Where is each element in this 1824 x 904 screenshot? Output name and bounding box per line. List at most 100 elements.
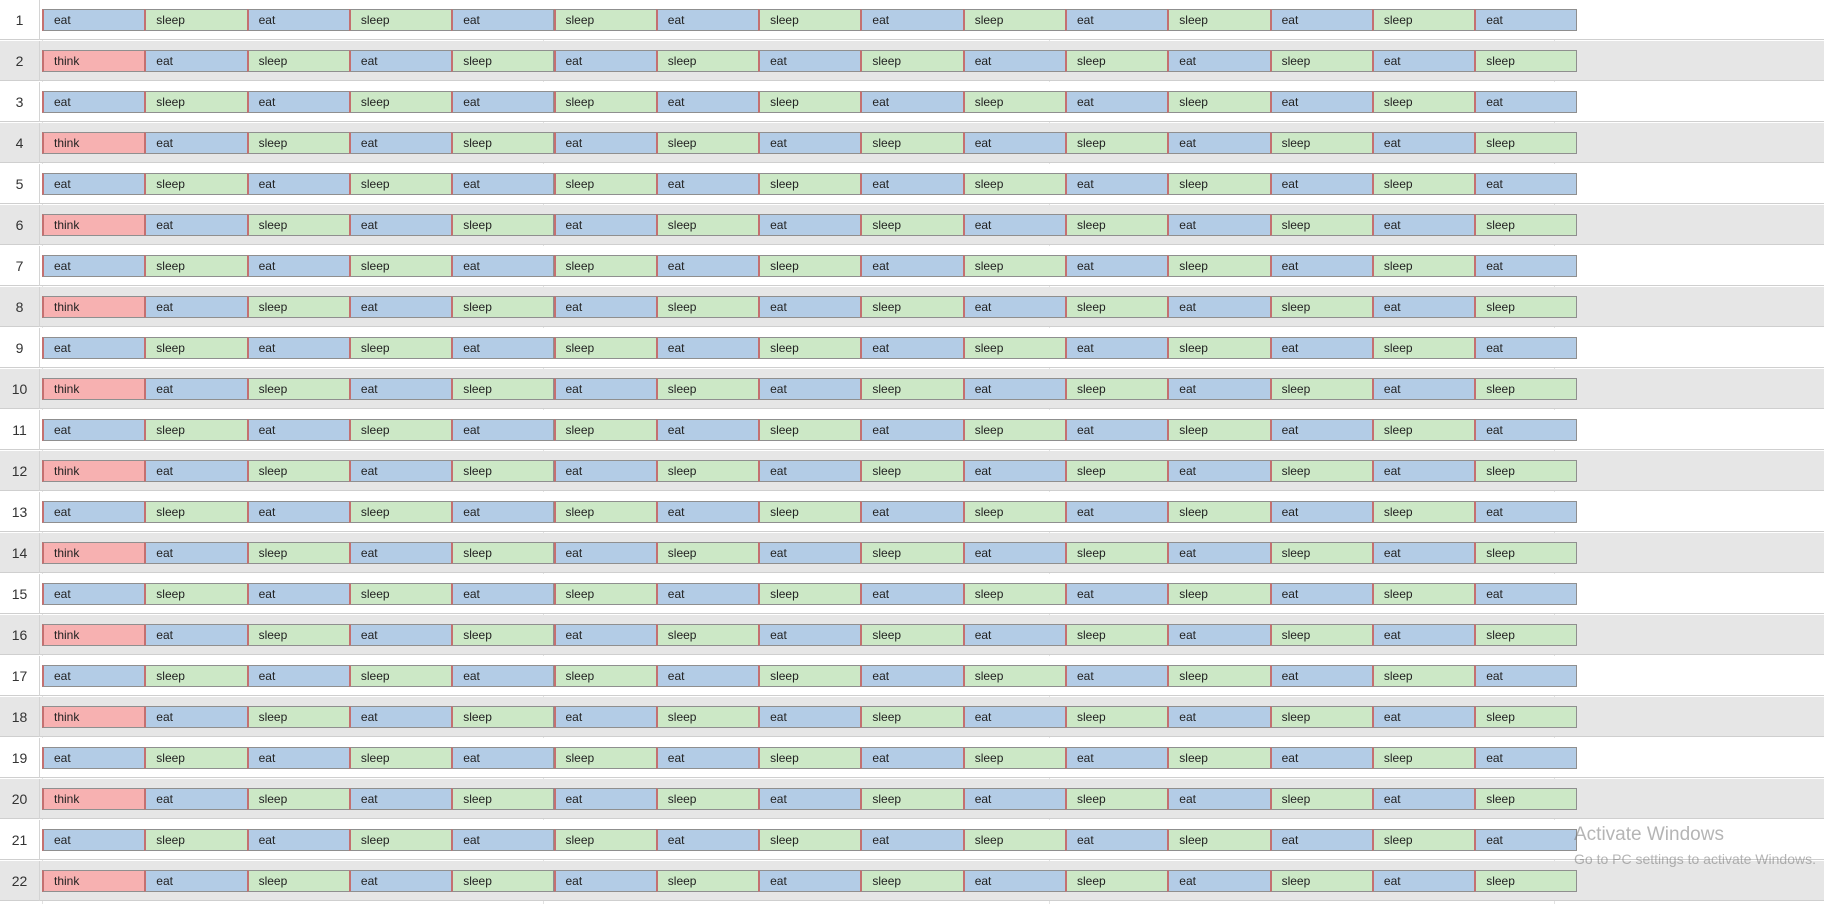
eat-segment[interactable]: eat	[1474, 91, 1578, 113]
eat-segment[interactable]: eat	[348, 50, 453, 72]
eat-segment[interactable]: eat	[451, 173, 555, 195]
eat-segment[interactable]: eat	[1269, 665, 1373, 687]
eat-segment[interactable]: eat	[758, 296, 862, 318]
sleep-segment[interactable]: sleep	[1065, 296, 1169, 318]
eat-segment[interactable]: eat	[348, 788, 453, 810]
sleep-segment[interactable]: sleep	[860, 706, 964, 728]
eat-segment[interactable]: eat	[860, 747, 964, 769]
think-segment[interactable]: think	[42, 624, 146, 646]
eat-segment[interactable]: eat	[758, 50, 862, 72]
eat-segment[interactable]: eat	[1167, 50, 1271, 72]
eat-segment[interactable]: eat	[144, 624, 248, 646]
sleep-segment[interactable]: sleep	[860, 542, 964, 564]
sleep-segment[interactable]: sleep	[553, 747, 657, 769]
eat-segment[interactable]: eat	[1167, 460, 1271, 482]
eat-segment[interactable]: eat	[860, 91, 964, 113]
sleep-segment[interactable]: sleep	[553, 419, 657, 441]
sleep-segment[interactable]: sleep	[553, 9, 657, 31]
sleep-segment[interactable]: sleep	[962, 9, 1066, 31]
sleep-segment[interactable]: sleep	[348, 173, 453, 195]
sleep-segment[interactable]: sleep	[348, 583, 453, 605]
sleep-segment[interactable]: sleep	[348, 337, 453, 359]
sleep-segment[interactable]: sleep	[144, 91, 248, 113]
eat-segment[interactable]: eat	[1269, 829, 1373, 851]
eat-segment[interactable]: eat	[1167, 706, 1271, 728]
eat-segment[interactable]: eat	[42, 337, 146, 359]
eat-segment[interactable]: eat	[962, 460, 1066, 482]
sleep-segment[interactable]: sleep	[348, 255, 453, 277]
eat-segment[interactable]: eat	[1269, 583, 1373, 605]
eat-segment[interactable]: eat	[1371, 624, 1476, 646]
sleep-segment[interactable]: sleep	[860, 460, 964, 482]
sleep-segment[interactable]: sleep	[144, 337, 248, 359]
eat-segment[interactable]: eat	[1269, 419, 1373, 441]
sleep-segment[interactable]: sleep	[1371, 337, 1476, 359]
sleep-segment[interactable]: sleep	[962, 173, 1066, 195]
sleep-segment[interactable]: sleep	[1065, 460, 1169, 482]
sleep-segment[interactable]: sleep	[246, 706, 350, 728]
sleep-segment[interactable]: sleep	[655, 870, 760, 892]
eat-segment[interactable]: eat	[1065, 665, 1169, 687]
eat-segment[interactable]: eat	[758, 132, 862, 154]
eat-segment[interactable]: eat	[860, 337, 964, 359]
eat-segment[interactable]: eat	[42, 91, 146, 113]
sleep-segment[interactable]: sleep	[144, 665, 248, 687]
sleep-segment[interactable]: sleep	[1269, 214, 1373, 236]
eat-segment[interactable]: eat	[144, 460, 248, 482]
think-segment[interactable]: think	[42, 132, 146, 154]
eat-segment[interactable]: eat	[1269, 501, 1373, 523]
eat-segment[interactable]: eat	[1371, 214, 1476, 236]
eat-segment[interactable]: eat	[1371, 378, 1476, 400]
sleep-segment[interactable]: sleep	[1269, 132, 1373, 154]
sleep-segment[interactable]: sleep	[1269, 870, 1373, 892]
eat-segment[interactable]: eat	[1474, 9, 1578, 31]
sleep-segment[interactable]: sleep	[246, 296, 350, 318]
sleep-segment[interactable]: sleep	[451, 378, 555, 400]
sleep-segment[interactable]: sleep	[144, 829, 248, 851]
eat-segment[interactable]: eat	[1167, 870, 1271, 892]
sleep-segment[interactable]: sleep	[1371, 665, 1476, 687]
sleep-segment[interactable]: sleep	[553, 665, 657, 687]
sleep-segment[interactable]: sleep	[144, 419, 248, 441]
eat-segment[interactable]: eat	[1065, 337, 1169, 359]
sleep-segment[interactable]: sleep	[1371, 829, 1476, 851]
eat-segment[interactable]: eat	[144, 706, 248, 728]
sleep-segment[interactable]: sleep	[1065, 542, 1169, 564]
sleep-segment[interactable]: sleep	[451, 214, 555, 236]
sleep-segment[interactable]: sleep	[553, 829, 657, 851]
sleep-segment[interactable]: sleep	[962, 419, 1066, 441]
sleep-segment[interactable]: sleep	[451, 296, 555, 318]
eat-segment[interactable]: eat	[553, 706, 657, 728]
eat-segment[interactable]: eat	[758, 624, 862, 646]
sleep-segment[interactable]: sleep	[553, 91, 657, 113]
sleep-segment[interactable]: sleep	[348, 665, 453, 687]
eat-segment[interactable]: eat	[758, 460, 862, 482]
eat-segment[interactable]: eat	[553, 624, 657, 646]
eat-segment[interactable]: eat	[348, 542, 453, 564]
eat-segment[interactable]: eat	[348, 378, 453, 400]
sleep-segment[interactable]: sleep	[1269, 706, 1373, 728]
sleep-segment[interactable]: sleep	[860, 214, 964, 236]
eat-segment[interactable]: eat	[348, 706, 453, 728]
sleep-segment[interactable]: sleep	[1371, 91, 1476, 113]
sleep-segment[interactable]: sleep	[1167, 419, 1271, 441]
sleep-segment[interactable]: sleep	[860, 296, 964, 318]
sleep-segment[interactable]: sleep	[655, 542, 760, 564]
eat-segment[interactable]: eat	[655, 9, 760, 31]
eat-segment[interactable]: eat	[451, 747, 555, 769]
eat-segment[interactable]: eat	[451, 91, 555, 113]
eat-segment[interactable]: eat	[860, 173, 964, 195]
sleep-segment[interactable]: sleep	[451, 870, 555, 892]
think-segment[interactable]: think	[42, 706, 146, 728]
eat-segment[interactable]: eat	[553, 132, 657, 154]
sleep-segment[interactable]: sleep	[1065, 624, 1169, 646]
sleep-segment[interactable]: sleep	[144, 173, 248, 195]
eat-segment[interactable]: eat	[553, 214, 657, 236]
sleep-segment[interactable]: sleep	[758, 173, 862, 195]
eat-segment[interactable]: eat	[348, 214, 453, 236]
sleep-segment[interactable]: sleep	[348, 9, 453, 31]
think-segment[interactable]: think	[42, 50, 146, 72]
sleep-segment[interactable]: sleep	[451, 706, 555, 728]
eat-segment[interactable]: eat	[655, 665, 760, 687]
eat-segment[interactable]: eat	[1474, 255, 1578, 277]
